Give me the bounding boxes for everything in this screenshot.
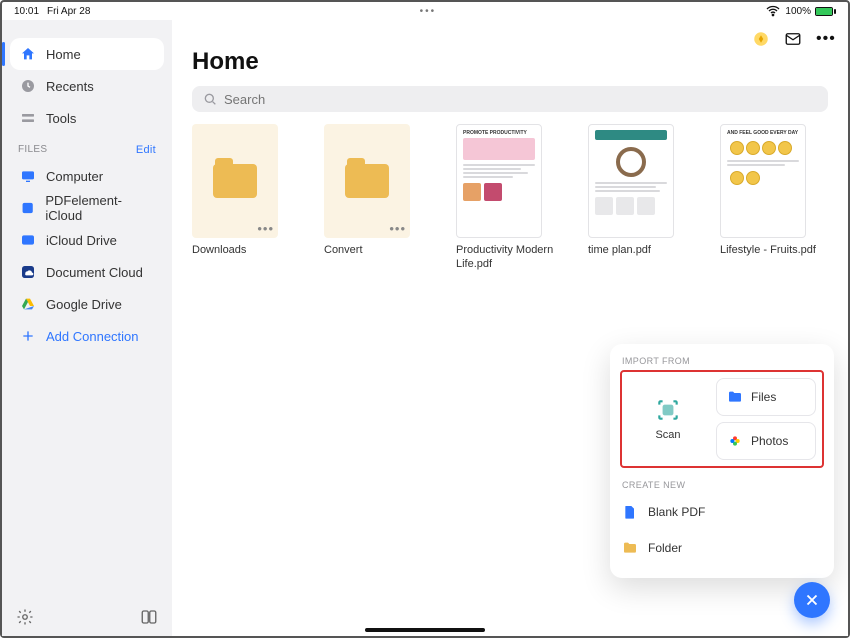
- blank-pdf-label: Blank PDF: [648, 505, 705, 519]
- tile-label: Downloads: [192, 244, 300, 258]
- files-folder-icon: [727, 389, 743, 405]
- folder-icon: [213, 164, 257, 198]
- battery-icon: [815, 7, 836, 16]
- scan-label: Scan: [655, 429, 680, 441]
- edit-button[interactable]: Edit: [136, 144, 156, 156]
- plus-icon: [20, 328, 36, 344]
- pdfelement-icon: [20, 200, 35, 216]
- main-content: ••• Home ••• Downloads ••• Convert PR: [172, 20, 848, 636]
- home-icon: [20, 46, 36, 62]
- sidebar-item-computer[interactable]: Computer: [10, 160, 164, 192]
- sidebar-item-pdfelement-icloud[interactable]: PDFelement-iCloud: [10, 192, 164, 224]
- tools-icon: [20, 110, 36, 126]
- doc-thumb-title: AND FEEL GOOD EVERY DAY: [727, 130, 799, 136]
- status-date: Fri Apr 28: [47, 6, 90, 17]
- folder-tile-downloads[interactable]: ••• Downloads: [192, 124, 300, 272]
- blank-pdf-icon: [622, 504, 638, 520]
- files-label: Files: [751, 390, 776, 404]
- folder-icon: [622, 540, 638, 556]
- sidebar-item-recents[interactable]: Recents: [10, 70, 164, 102]
- folder-icon: [345, 164, 389, 198]
- tile-more-icon[interactable]: •••: [257, 221, 274, 236]
- scan-icon: [655, 397, 681, 423]
- sidebar-item-document-cloud[interactable]: Document Cloud: [10, 256, 164, 288]
- status-time: 10:01: [14, 6, 39, 17]
- settings-icon[interactable]: [16, 608, 34, 626]
- add-connection-label: Add Connection: [46, 329, 139, 344]
- search-icon: [202, 91, 218, 107]
- device-frame: 10:01 Fri Apr 28 ••• 100% Home Recents: [0, 0, 850, 638]
- new-folder-button[interactable]: Folder: [620, 530, 824, 566]
- status-bar: 10:01 Fri Apr 28 ••• 100%: [2, 2, 848, 20]
- tile-more-icon[interactable]: •••: [389, 221, 406, 236]
- doccloud-icon: [20, 264, 36, 280]
- add-popover: IMPORT FROM Scan Files Photos: [610, 344, 834, 578]
- layout-toggle-icon[interactable]: [140, 608, 158, 626]
- photos-icon: [727, 433, 743, 449]
- page-title: Home: [192, 48, 828, 76]
- clock-icon: [20, 78, 36, 94]
- sidebar-item-label: iCloud Drive: [46, 233, 117, 248]
- more-icon[interactable]: •••: [816, 30, 834, 48]
- doc-thumb-title: PROMOTE PRODUCTIVITY: [463, 130, 535, 136]
- add-connection-button[interactable]: Add Connection: [10, 320, 164, 352]
- sidebar-item-tools[interactable]: Tools: [10, 102, 164, 134]
- create-new-header: CREATE NEW: [620, 476, 824, 494]
- sidebar-item-label: PDFelement-iCloud: [45, 193, 154, 223]
- sidebar-item-google-drive[interactable]: Google Drive: [10, 288, 164, 320]
- search-bar[interactable]: [192, 86, 828, 112]
- document-tile-timeplan[interactable]: time plan.pdf: [588, 124, 696, 272]
- gdrive-icon: [20, 296, 36, 312]
- sidebar-item-label: Recents: [46, 79, 94, 94]
- document-tile-lifestyle[interactable]: AND FEEL GOOD EVERY DAY Lifestyle - Frui…: [720, 124, 828, 272]
- import-from-header: IMPORT FROM: [620, 352, 824, 370]
- file-grid: ••• Downloads ••• Convert PROMOTE PRODUC…: [192, 124, 828, 272]
- close-fab-button[interactable]: [794, 582, 830, 618]
- tile-label: Lifestyle - Fruits.pdf: [720, 244, 828, 258]
- import-from-row: Scan Files Photos: [620, 370, 824, 468]
- icloud-icon: [20, 232, 36, 248]
- tile-label: time plan.pdf: [588, 244, 696, 258]
- files-section-header: FILES: [18, 144, 47, 156]
- photos-label: Photos: [751, 434, 788, 448]
- sidebar-item-home[interactable]: Home: [10, 38, 164, 70]
- multitask-dots-icon[interactable]: •••: [90, 6, 765, 17]
- home-indicator[interactable]: [365, 628, 485, 632]
- sidebar-item-label: Home: [46, 47, 81, 62]
- search-input[interactable]: [224, 92, 818, 107]
- scan-button[interactable]: Scan: [628, 378, 708, 460]
- sidebar-item-label: Tools: [46, 111, 76, 126]
- blank-pdf-button[interactable]: Blank PDF: [620, 494, 824, 530]
- sidebar: Home Recents Tools FILES Edit Compute: [2, 20, 172, 636]
- tile-label: Convert: [324, 244, 432, 258]
- wifi-icon: [765, 3, 781, 19]
- tile-label: Productivity Modern Life.pdf: [456, 244, 564, 272]
- files-button[interactable]: Files: [716, 378, 816, 416]
- new-folder-label: Folder: [648, 541, 682, 555]
- computer-icon: [20, 168, 36, 184]
- sidebar-item-label: Computer: [46, 169, 103, 184]
- battery-percent: 100%: [785, 6, 811, 17]
- folder-tile-convert[interactable]: ••• Convert: [324, 124, 432, 272]
- sidebar-item-icloud-drive[interactable]: iCloud Drive: [10, 224, 164, 256]
- document-tile-productivity[interactable]: PROMOTE PRODUCTIVITY Productivity Modern…: [456, 124, 564, 272]
- close-icon: [803, 591, 821, 609]
- mail-icon[interactable]: [784, 30, 802, 48]
- photos-button[interactable]: Photos: [716, 422, 816, 460]
- sidebar-item-label: Google Drive: [46, 297, 122, 312]
- sidebar-item-label: Document Cloud: [46, 265, 143, 280]
- premium-icon[interactable]: [752, 30, 770, 48]
